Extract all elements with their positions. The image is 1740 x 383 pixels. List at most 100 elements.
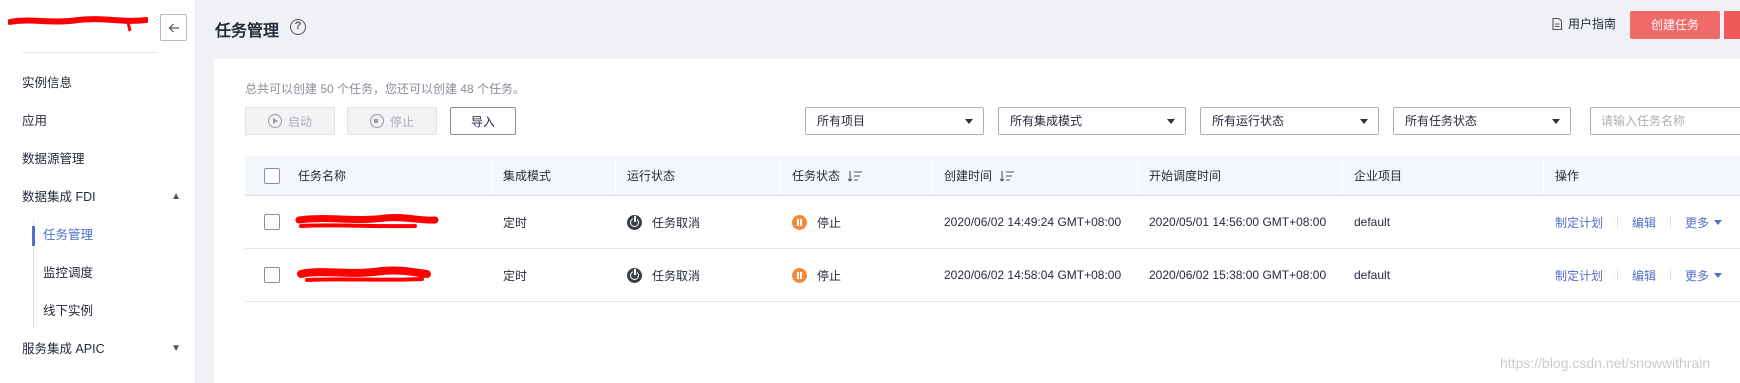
col-task-name: 任务名称 [298, 169, 347, 183]
edit-link[interactable]: 编辑 [1632, 214, 1656, 231]
sidebar-item-monitoring[interactable]: 监控调度 [0, 254, 195, 292]
collapse-sidebar-button[interactable] [160, 14, 187, 41]
caret-down-icon[interactable] [1714, 272, 1723, 278]
task-mode: 定时 [503, 268, 528, 283]
user-guide-label: 用户指南 [1568, 17, 1617, 31]
action-divider [1670, 269, 1672, 281]
caret-down-icon[interactable] [1714, 219, 1723, 225]
stop-label: 停止 [389, 114, 414, 129]
row-actions: 制定计划 编辑 更多 [1555, 249, 1723, 301]
sidebar-item-label: 服务集成 APIC [22, 342, 105, 356]
sidebar-item-label: 监控调度 [43, 266, 94, 280]
checkbox[interactable] [264, 167, 280, 184]
schedule-plan-link[interactable]: 制定计划 [1555, 214, 1603, 231]
sort-icon[interactable] [1000, 170, 1015, 182]
task-status: 停止 [792, 249, 841, 301]
sidebar-item-label: 任务管理 [43, 228, 94, 242]
play-icon [267, 114, 282, 128]
col-schedule-start: 开始调度时间 [1149, 169, 1222, 183]
schedule-plan-link[interactable]: 制定计划 [1555, 267, 1603, 284]
mode-select[interactable]: 所有集成模式 [998, 107, 1186, 135]
created-time: 2020/06/02 14:49:24 GMT+08:00 [944, 215, 1122, 229]
col-created[interactable]: 创建时间 [944, 156, 1015, 195]
column-divider [615, 156, 616, 195]
sort-icon[interactable] [848, 170, 863, 182]
pause-circle-icon [792, 267, 807, 283]
table-header: 任务名称 集成模式 运行状态 任务状态 创建时间 开始调度时间 企业项目 操作 [245, 156, 1740, 196]
col-mode: 集成模式 [503, 169, 552, 183]
sidebar-item-apps[interactable]: 应用 [0, 102, 195, 140]
task-status: 停止 [792, 196, 841, 248]
action-divider [1617, 216, 1619, 228]
user-guide-link[interactable]: 用户指南 [1550, 15, 1616, 32]
row-checkbox[interactable] [264, 249, 280, 301]
select-all-checkbox[interactable] [264, 156, 280, 195]
col-created-label: 创建时间 [944, 169, 993, 183]
stop-icon [369, 114, 384, 128]
run-status-label: 任务取消 [652, 268, 701, 283]
redacted-logo [8, 16, 148, 32]
document-icon [1552, 17, 1563, 30]
create-dropdown-button[interactable] [1724, 11, 1740, 39]
sidebar-item-offline-instance[interactable]: 线下实例 [0, 292, 195, 330]
import-button[interactable]: 导入 [450, 107, 516, 135]
sidebar-header [0, 0, 195, 56]
schedule-start-time: 2020/06/02 15:38:00 GMT+08:00 [1149, 268, 1327, 282]
sidebar-item-datasource[interactable]: 数据源管理 [0, 140, 195, 178]
stop-button[interactable]: 停止 [347, 107, 437, 135]
col-task-status[interactable]: 任务状态 [792, 156, 863, 195]
col-run-status: 运行状态 [627, 169, 676, 183]
sidebar-item-label: 实例信息 [22, 76, 73, 90]
column-divider [1342, 156, 1343, 195]
run-status: 任务取消 [627, 196, 700, 248]
run-status-label: 任务取消 [652, 215, 701, 230]
more-link[interactable]: 更多 [1685, 267, 1709, 284]
action-divider [1617, 269, 1619, 281]
page-title: 任务管理 [215, 23, 280, 40]
sidebar-item-label: 应用 [22, 114, 48, 128]
row-checkbox[interactable] [264, 196, 280, 248]
create-task-button[interactable]: 创建任务 [1630, 11, 1720, 39]
action-divider [1670, 216, 1672, 228]
sidebar-divider [22, 52, 158, 53]
redacted-task-name[interactable] [295, 208, 440, 238]
arrow-left-icon [168, 23, 179, 32]
sidebar-item-label: 数据集成 FDI [22, 190, 96, 204]
watermark: https://blog.csdn.net/snowwithrain [1500, 355, 1711, 371]
table-row: 定时 任务取消 停止 2020/06/02 14:58:04 GMT+08:00… [245, 249, 1740, 302]
power-icon [627, 267, 642, 283]
task-status-label: 停止 [817, 268, 842, 283]
column-divider [780, 156, 781, 195]
project-select[interactable]: 所有项目 [805, 107, 984, 135]
schedule-start-time: 2020/05/01 14:56:00 GMT+08:00 [1149, 215, 1327, 229]
run-status-select[interactable]: 所有运行状态 [1200, 107, 1379, 135]
caret-down-icon [1167, 119, 1175, 124]
sidebar: 实例信息 应用 数据源管理 数据集成 FDI ▲ 任务管理 监控调度 线下实例 服… [0, 0, 196, 383]
column-divider [1137, 156, 1138, 195]
task-status-select[interactable]: 所有任务状态 [1393, 107, 1571, 135]
sidebar-item-fdi[interactable]: 数据集成 FDI ▲ [0, 178, 195, 216]
search-input[interactable] [1590, 107, 1740, 135]
mode-select-value: 所有集成模式 [1010, 114, 1083, 128]
sidebar-item-apic[interactable]: 服务集成 APIC ▼ [0, 330, 195, 368]
sidebar-item-label: 线下实例 [43, 304, 94, 318]
start-label: 启动 [287, 114, 312, 129]
checkbox[interactable] [264, 267, 280, 283]
sidebar-submenu-fdi: 任务管理 监控调度 线下实例 [0, 216, 195, 330]
task-mode: 定时 [503, 215, 528, 230]
sidebar-nav: 实例信息 应用 数据源管理 数据集成 FDI ▲ 任务管理 监控调度 线下实例 服… [0, 64, 195, 368]
project-select-value: 所有项目 [817, 114, 866, 128]
start-button[interactable]: 启动 [245, 107, 335, 135]
question-circle-icon[interactable]: ? [290, 19, 306, 35]
sidebar-item-instance-info[interactable]: 实例信息 [0, 64, 195, 102]
caret-up-icon: ▲ [171, 191, 181, 202]
more-link[interactable]: 更多 [1685, 214, 1709, 231]
table-row: 定时 任务取消 停止 2020/06/02 14:49:24 GMT+08:00… [245, 196, 1740, 249]
sidebar-item-task-management[interactable]: 任务管理 [0, 216, 195, 254]
column-divider [491, 156, 492, 195]
enterprise-project: default [1354, 268, 1391, 282]
column-divider [932, 156, 933, 195]
checkbox[interactable] [264, 214, 280, 230]
redacted-task-name[interactable] [297, 261, 432, 291]
edit-link[interactable]: 编辑 [1632, 267, 1656, 284]
